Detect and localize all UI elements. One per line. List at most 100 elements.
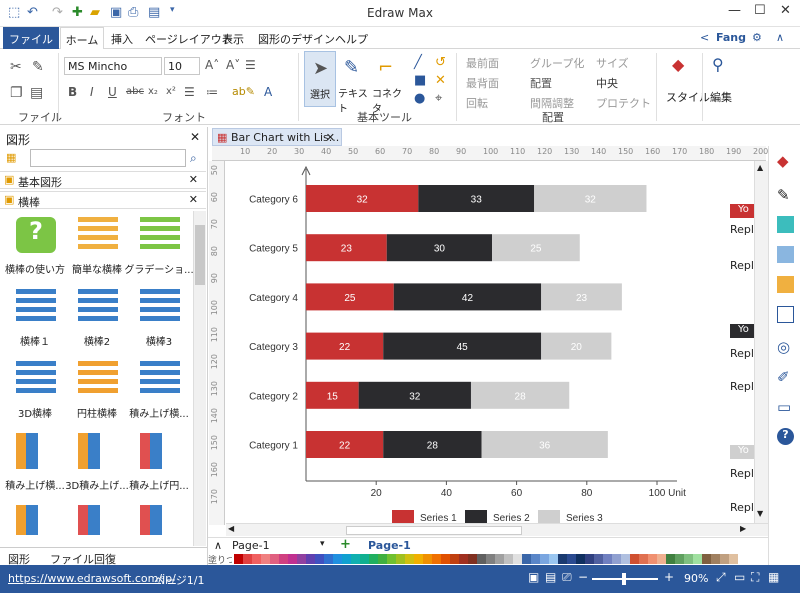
bullets-icon[interactable]: ≔: [206, 85, 218, 99]
ribbon-collapse-icon[interactable]: ∧: [776, 31, 784, 44]
zoom-slider[interactable]: [592, 573, 658, 585]
close-panel-icon[interactable]: ✕: [190, 130, 200, 144]
library-item[interactable]: 3D積み上げ...: [65, 429, 129, 497]
color-swatch[interactable]: [333, 554, 342, 564]
color-swatch[interactable]: [252, 554, 261, 564]
tab-file[interactable]: ファイル: [3, 27, 59, 49]
color-swatch[interactable]: [360, 554, 369, 564]
font-color-icon[interactable]: A: [264, 85, 272, 99]
color-palette-bar[interactable]: 塗りつぶし: [208, 553, 768, 566]
shrink-font-icon[interactable]: A˅: [226, 58, 240, 72]
library-item[interactable]: 横棒2: [66, 285, 128, 353]
color-swatch[interactable]: [234, 554, 243, 564]
format-painter-icon[interactable]: ✎: [32, 59, 44, 75]
color-swatch[interactable]: [396, 554, 405, 564]
library-item[interactable]: [66, 501, 128, 545]
settings-icon[interactable]: ⚙: [752, 31, 762, 44]
close-tab-icon[interactable]: ✕: [326, 131, 335, 144]
library-item[interactable]: グラデーショ...: [124, 213, 194, 281]
color-swatch[interactable]: [576, 554, 585, 564]
color-swatch[interactable]: [432, 554, 441, 564]
tab-view[interactable]: 表示: [222, 31, 244, 47]
library-item[interactable]: 3D横棒: [4, 357, 66, 425]
style-button[interactable]: スタイル: [666, 89, 710, 105]
color-swatch[interactable]: [639, 554, 648, 564]
color-swatch[interactable]: [504, 554, 513, 564]
library-item[interactable]: 積み上げ横...: [4, 429, 66, 497]
active-page-tab[interactable]: Page-1: [368, 539, 411, 552]
tab-help[interactable]: ヘルプ: [335, 31, 368, 47]
page-view-icon[interactable]: ▤: [545, 570, 556, 584]
color-swatch[interactable]: [369, 554, 378, 564]
color-swatch[interactable]: [468, 554, 477, 564]
website-link[interactable]: https://www.edrawsoft.com/jp/: [8, 572, 176, 585]
highlight-icon[interactable]: ab✎: [232, 85, 255, 98]
protect-button[interactable]: プロテクト: [596, 95, 651, 111]
library-scroll-thumb[interactable]: [195, 225, 205, 285]
anchor-icon[interactable]: ⌖: [435, 91, 442, 106]
library-basic-shapes[interactable]: 基本図形 ✕ ▣: [0, 171, 206, 189]
rotate-button[interactable]: 回転: [466, 95, 488, 111]
color-swatch[interactable]: [711, 554, 720, 564]
line-icon[interactable]: ╱: [414, 55, 422, 70]
bring-front-button[interactable]: 最前面: [466, 55, 499, 71]
library-item[interactable]: ? 横棒の使い方: [4, 213, 66, 281]
color-swatch[interactable]: [351, 554, 360, 564]
add-page-icon[interactable]: +: [340, 537, 351, 552]
color-swatch[interactable]: [306, 554, 315, 564]
scroll-down-icon[interactable]: ▼: [757, 509, 763, 518]
image-icon[interactable]: [777, 246, 794, 263]
fill-style-icon[interactable]: ◆: [777, 152, 794, 170]
group-button[interactable]: グループ化: [530, 55, 584, 71]
zoom-level[interactable]: 90%: [684, 572, 708, 585]
color-swatch[interactable]: [729, 554, 738, 564]
copy-icon[interactable]: ❐: [10, 85, 23, 101]
canvas-horizontal-scrollbar[interactable]: ◀ ▶: [226, 523, 768, 536]
connector-tool-button[interactable]: ⌐ コネクタ: [372, 51, 406, 115]
color-swatch[interactable]: [405, 554, 414, 564]
color-swatch[interactable]: [450, 554, 459, 564]
color-swatch[interactable]: [423, 554, 432, 564]
tab-page-layout[interactable]: ページレイアウト: [145, 31, 233, 47]
color-swatch[interactable]: [675, 554, 684, 564]
close-library-icon[interactable]: ✕: [189, 173, 198, 186]
color-swatch[interactable]: [477, 554, 486, 564]
library-item[interactable]: 円柱横棒: [66, 357, 128, 425]
tab-home[interactable]: ホーム: [60, 27, 104, 50]
normal-view-icon[interactable]: ▣: [528, 570, 539, 584]
text-tool-button[interactable]: ✎ テキスト: [338, 51, 370, 115]
fit-width-icon[interactable]: ▭: [734, 570, 745, 584]
user-name[interactable]: Fang: [716, 31, 746, 44]
cut-icon[interactable]: ✂: [10, 59, 22, 75]
color-swatch[interactable]: [558, 554, 567, 564]
color-swatch[interactable]: [324, 554, 333, 564]
color-swatch[interactable]: [378, 554, 387, 564]
color-swatch[interactable]: [486, 554, 495, 564]
color-swatch[interactable]: [603, 554, 612, 564]
hyperlink-icon[interactable]: ◎: [777, 338, 794, 356]
page-properties-icon[interactable]: [777, 306, 794, 323]
color-swatch[interactable]: [621, 554, 630, 564]
horizontal-scroll-thumb[interactable]: [346, 526, 522, 535]
library-item[interactable]: 積み上げ円...: [128, 429, 190, 497]
search-icon[interactable]: ⌕: [190, 151, 197, 166]
minimize-icon[interactable]: —: [728, 3, 741, 18]
arc-icon[interactable]: ↺: [435, 55, 446, 70]
font-size-select[interactable]: 10: [164, 57, 200, 75]
color-swatch[interactable]: [693, 554, 702, 564]
grow-font-icon[interactable]: A˄: [205, 58, 219, 72]
color-swatch[interactable]: [342, 554, 351, 564]
color-swatch[interactable]: [549, 554, 558, 564]
maximize-icon[interactable]: ☐: [754, 3, 766, 18]
color-swatch[interactable]: [648, 554, 657, 564]
library-horizontal-bar[interactable]: 横棒 ✕ ▣: [0, 191, 206, 209]
cross-icon[interactable]: ✕: [435, 73, 446, 88]
library-search-input[interactable]: [30, 149, 186, 167]
color-swatch[interactable]: [684, 554, 693, 564]
color-swatch[interactable]: [531, 554, 540, 564]
page-dropdown-icon[interactable]: ▾: [320, 539, 325, 549]
library-item[interactable]: 積み上げ横...: [128, 357, 190, 425]
attachment-icon[interactable]: ✐: [777, 368, 794, 386]
library-item[interactable]: 簡単な横棒: [66, 213, 128, 281]
color-swatch[interactable]: [441, 554, 450, 564]
